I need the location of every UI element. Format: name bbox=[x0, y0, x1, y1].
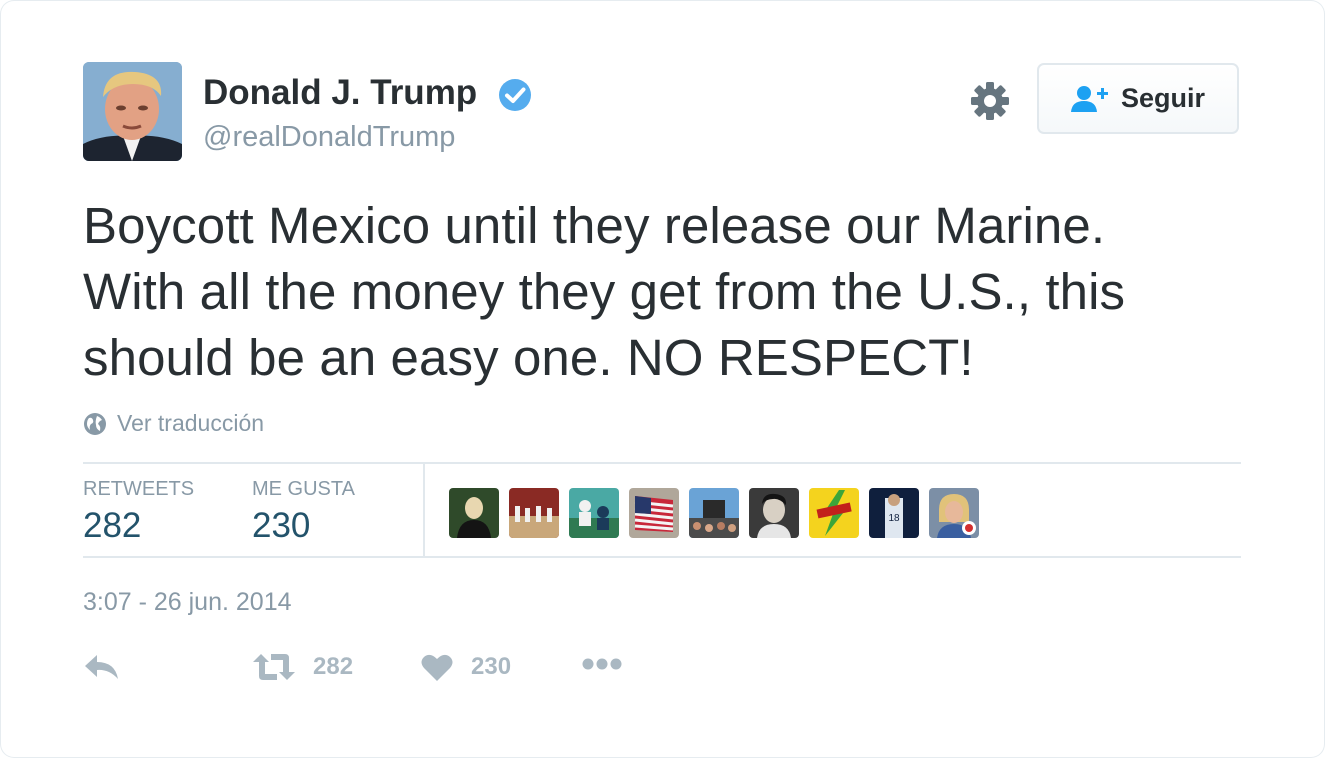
reply-icon bbox=[85, 655, 118, 679]
retweet-count: 282 bbox=[313, 653, 354, 680]
follow-button[interactable]: Seguir bbox=[1037, 63, 1239, 134]
liker-avatar[interactable] bbox=[449, 488, 499, 538]
avatar[interactable] bbox=[83, 62, 182, 161]
likes-label: ME GUSTA bbox=[252, 478, 355, 500]
globe-icon bbox=[84, 412, 106, 435]
stats-divider bbox=[423, 464, 425, 558]
liker-avatar[interactable] bbox=[629, 488, 679, 538]
reply-button[interactable] bbox=[83, 652, 121, 682]
liker-avatar[interactable] bbox=[509, 488, 559, 538]
follow-button-label: Seguir bbox=[1120, 83, 1206, 113]
like-button[interactable]: 230 bbox=[421, 652, 511, 682]
gear-icon[interactable] bbox=[969, 80, 1011, 122]
retweets-count: 282 bbox=[83, 506, 142, 545]
add-user-icon bbox=[1070, 85, 1108, 112]
liker-avatar[interactable] bbox=[689, 488, 739, 538]
liker-avatar[interactable] bbox=[569, 488, 619, 538]
liker-avatars: 18 bbox=[449, 488, 979, 538]
tweet-timestamp[interactable]: 3:07 - 26 jun. 2014 bbox=[83, 588, 292, 617]
retweet-button[interactable]: 282 bbox=[253, 652, 353, 682]
likes-count: 230 bbox=[252, 506, 311, 545]
tweet-card: Donald J. Trump @realDonaldTrump Seguir … bbox=[0, 0, 1325, 758]
liker-avatar[interactable] bbox=[929, 488, 979, 538]
translate-label: Ver traducción bbox=[117, 410, 265, 436]
retweet-icon bbox=[253, 654, 295, 680]
like-count: 230 bbox=[471, 653, 512, 680]
tweet-stats: RETWEETS 282 ME GUSTA 230 18 bbox=[83, 462, 1241, 558]
heart-icon bbox=[421, 654, 453, 681]
retweets-label: RETWEETS bbox=[83, 478, 195, 500]
tweet-text: Boycott Mexico until they release our Ma… bbox=[83, 197, 1126, 386]
author-name[interactable]: Donald J. Trump bbox=[203, 73, 477, 113]
svg-text:18: 18 bbox=[888, 513, 900, 524]
liker-avatar[interactable] bbox=[749, 488, 799, 538]
more-icon bbox=[582, 658, 622, 670]
liker-avatar[interactable]: 18 bbox=[869, 488, 919, 538]
translate-link[interactable]: Ver traducción bbox=[83, 410, 264, 437]
liker-avatar[interactable] bbox=[809, 488, 859, 538]
verified-icon bbox=[499, 79, 531, 111]
author-handle[interactable]: @realDonaldTrump bbox=[203, 121, 455, 154]
more-button[interactable] bbox=[581, 656, 623, 672]
